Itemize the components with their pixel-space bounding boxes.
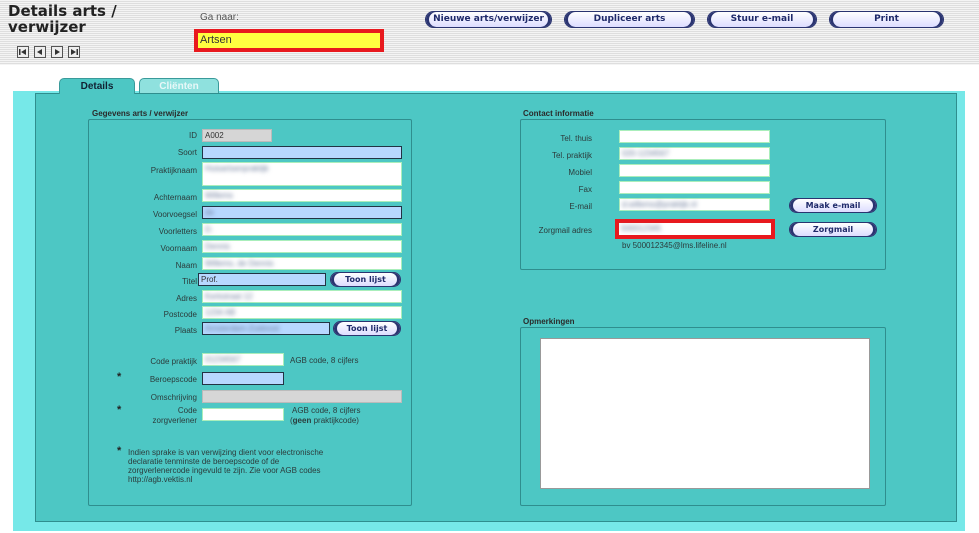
- mobiel-field[interactable]: [619, 164, 770, 177]
- header-bar: [0, 0, 979, 65]
- titel-select[interactable]: Prof.: [198, 273, 326, 286]
- code-zorgverlener-hint-2: (geen praktijkcode): [290, 416, 359, 425]
- beroepscode-label: Beroepscode: [149, 375, 197, 384]
- zorgmail-label: Zorgmail adres: [538, 226, 592, 235]
- tel-praktijk-field[interactable]: 020-1234567: [619, 147, 770, 160]
- remarks-textarea[interactable]: [540, 338, 870, 489]
- tel-praktijk-value: 020-1234567: [622, 149, 670, 158]
- voornaam-value: Dennis: [205, 242, 230, 251]
- email-value: d.willems@praktijk.nl: [622, 200, 697, 209]
- mobiel-label: Mobiel: [568, 168, 592, 177]
- code-praktijk-value: 01234567: [205, 355, 241, 364]
- id-label: ID: [189, 131, 197, 140]
- agb-note: Indien sprake is van verwijzing dient vo…: [128, 448, 323, 484]
- fax-field[interactable]: [619, 181, 770, 194]
- tab-details[interactable]: Details: [59, 78, 135, 94]
- agb-note-link[interactable]: http://agb.vektis.nl: [128, 475, 323, 484]
- titel-toon-lijst-button[interactable]: Toon lijst: [330, 272, 401, 287]
- duplicate-doctor-button[interactable]: Dupliceer arts: [564, 11, 695, 28]
- naam-label: Naam: [175, 261, 197, 270]
- last-record-icon[interactable]: [68, 46, 80, 58]
- agb-note-line: Indien sprake is van verwijzing dient vo…: [128, 448, 324, 457]
- page-title-line1: Details arts /: [8, 2, 117, 20]
- praktijknaam-field[interactable]: Huisartsenpraktijk: [202, 162, 402, 186]
- tel-praktijk-label: Tel. praktijk: [551, 151, 592, 160]
- adres-value: Kerkstraat 12: [205, 292, 253, 301]
- achternaam-value: Willems: [205, 191, 233, 200]
- postcode-field[interactable]: 1234 AB: [202, 306, 402, 319]
- beroepscode-select[interactable]: [202, 372, 284, 385]
- voorletters-value: D.: [205, 225, 213, 234]
- tab-clients[interactable]: Cliënten: [139, 78, 219, 94]
- adres-field[interactable]: Kerkstraat 12: [202, 290, 402, 303]
- goto-select[interactable]: Artsen: [194, 29, 384, 52]
- note-star: *: [117, 445, 122, 457]
- first-record-icon[interactable]: [17, 46, 29, 58]
- code-zorgverlener-label-1: Code: [177, 406, 197, 415]
- geen-bold-text: geen: [292, 416, 312, 425]
- voornaam-label: Voornaam: [160, 244, 197, 253]
- plaats-value: Amsterdam-Zuidoost: [205, 324, 280, 333]
- zorgmail-field[interactable]: 500012345: [615, 219, 775, 239]
- code-praktijk-hint: AGB code, 8 cijfers: [290, 356, 359, 365]
- postcode-value: 1234 AB: [205, 308, 236, 317]
- next-record-icon[interactable]: [51, 46, 63, 58]
- voorletters-field[interactable]: D.: [202, 223, 402, 236]
- adres-label: Adres: [176, 294, 197, 303]
- voornaam-field[interactable]: Dennis: [202, 240, 402, 253]
- page-title: Details arts / verwijzer: [8, 3, 117, 35]
- voorvoegsel-label: Voorvoegsel: [152, 210, 197, 219]
- email-field[interactable]: d.willems@praktijk.nl: [619, 198, 770, 211]
- page-title-line2: verwijzer: [8, 18, 86, 36]
- voorletters-label: Voorletters: [158, 227, 197, 236]
- id-field: A002: [202, 129, 272, 142]
- print-button[interactable]: Print: [829, 11, 944, 28]
- praktijknaam-value: Huisartsenpraktijk: [205, 164, 269, 173]
- omschrijving-label: Omschrijving: [150, 393, 197, 402]
- email-label: E-mail: [569, 202, 592, 211]
- soort-select[interactable]: [202, 146, 402, 159]
- new-doctor-button[interactable]: Nieuwe arts/verwijzer: [425, 11, 552, 28]
- plaats-toon-lijst-button[interactable]: Toon lijst: [333, 321, 401, 336]
- code-praktijk-label: Code praktijk: [150, 357, 197, 366]
- plaats-label: Plaats: [174, 326, 197, 335]
- soort-label: Soort: [177, 148, 197, 157]
- code-praktijk-field[interactable]: 01234567: [202, 353, 284, 366]
- fax-label: Fax: [578, 185, 592, 194]
- achternaam-label: Achternaam: [153, 193, 197, 202]
- agb-note-line: zorgverlenercode ingevuld te zijn. Zie v…: [128, 466, 321, 475]
- code-zorgverlener-hint: AGB code, 8 cijfers: [292, 406, 361, 415]
- postcode-label: Postcode: [163, 310, 197, 319]
- naam-value: Willems, de Dennis: [205, 259, 274, 268]
- contact-section-legend: Contact informatie: [523, 109, 594, 118]
- goto-label: Ga naar:: [200, 12, 239, 23]
- voorvoegsel-select[interactable]: de: [202, 206, 402, 219]
- zorgmail-value: 500012345: [621, 224, 662, 233]
- zorgmail-hint: bv 500012345@lms.lifeline.nl: [622, 241, 727, 250]
- titel-label: Titel: [182, 277, 197, 286]
- plaats-select[interactable]: Amsterdam-Zuidoost: [202, 322, 330, 335]
- doctor-section-legend: Gegevens arts / verwijzer: [92, 109, 189, 118]
- agb-note-line: declaratie tenminste de beroepscode of d…: [128, 457, 280, 466]
- naam-field[interactable]: Willems, de Dennis: [202, 257, 402, 270]
- voorvoegsel-value: de: [205, 208, 214, 217]
- remarks-section-legend: Opmerkingen: [523, 317, 575, 326]
- achternaam-field[interactable]: Willems: [202, 189, 402, 202]
- zorgmail-button[interactable]: Zorgmail: [789, 222, 877, 237]
- maak-email-button[interactable]: Maak e-mail: [789, 198, 877, 213]
- geen-rest-text: praktijkcode): [313, 416, 359, 425]
- code-zorgverlener-field[interactable]: [202, 408, 284, 421]
- tel-thuis-field[interactable]: [619, 130, 770, 143]
- tel-thuis-label: Tel. thuis: [560, 134, 592, 143]
- omschrijving-field: [202, 390, 402, 403]
- code-zorgverlener-label-2: zorgverlener: [152, 416, 197, 425]
- praktijknaam-label: Praktijknaam: [150, 166, 197, 175]
- send-email-button[interactable]: Stuur e-mail: [707, 11, 817, 28]
- previous-record-icon[interactable]: [34, 46, 46, 58]
